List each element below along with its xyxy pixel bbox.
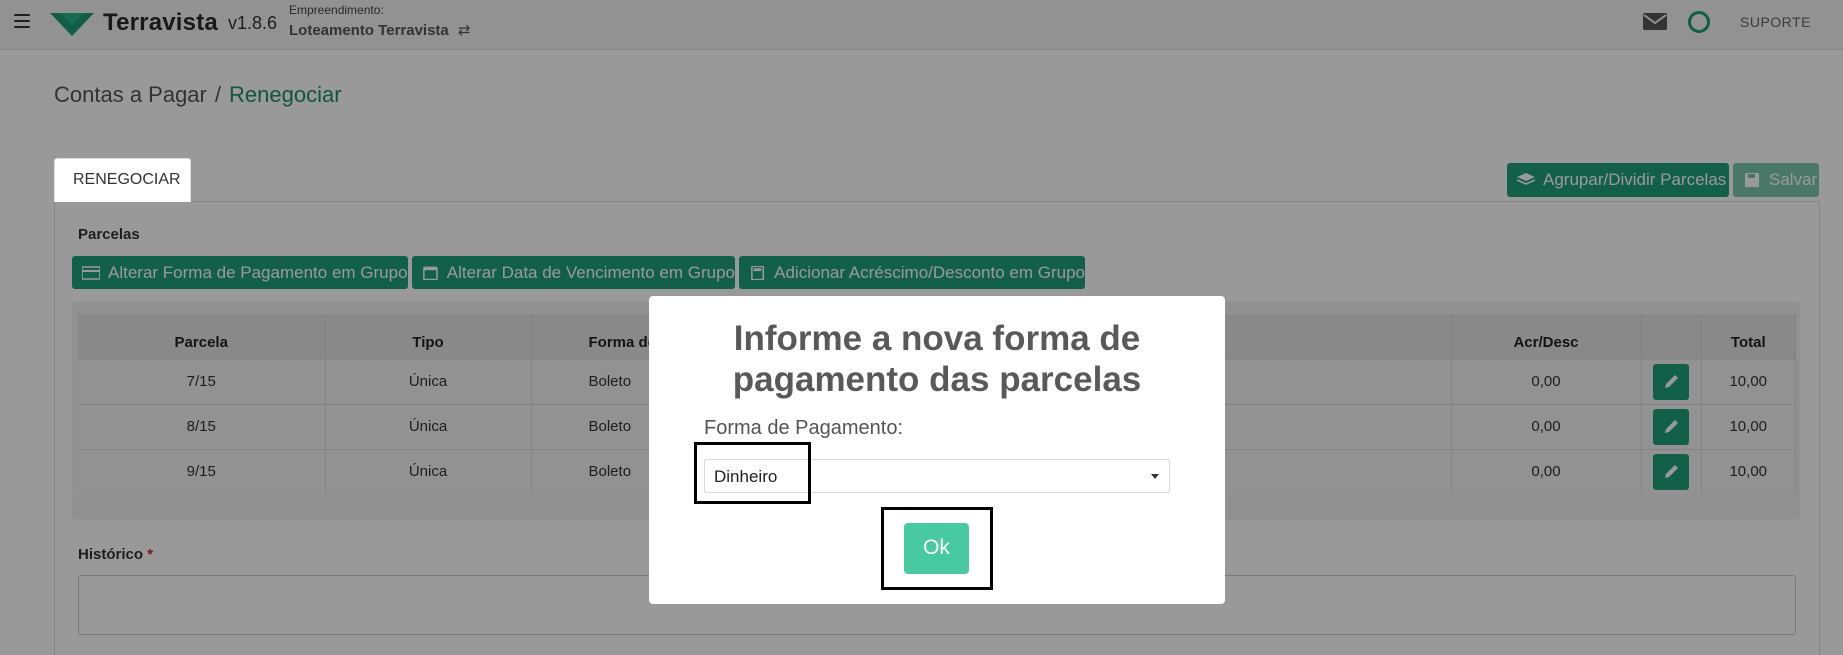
forma-pagamento-label: Forma de Pagamento: — [704, 417, 903, 439]
payment-method-modal: Informe a nova forma de pagamento das pa… — [649, 296, 1225, 604]
highlight-box-ok — [881, 507, 993, 590]
highlight-box-select — [694, 442, 811, 504]
chevron-down-icon — [1151, 474, 1159, 479]
modal-title: Informe a nova forma de pagamento das pa… — [732, 319, 1142, 399]
tab-renegociar[interactable]: RENEGOCIAR — [54, 158, 191, 202]
